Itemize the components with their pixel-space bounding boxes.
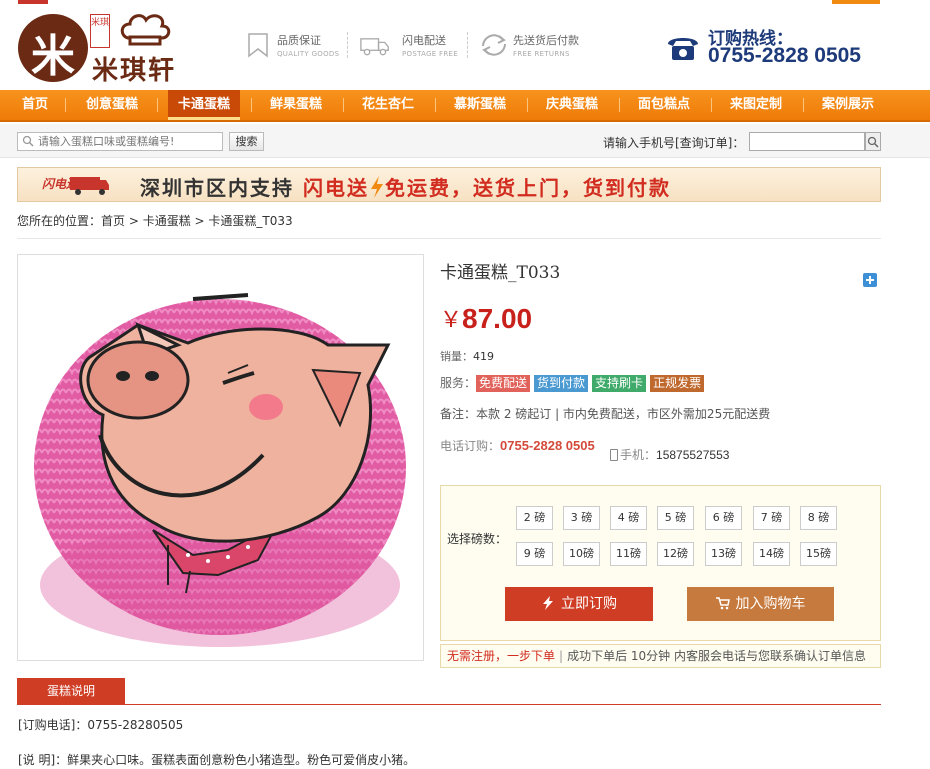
banner-text: 深圳市区内支持 闪电送 免运费，送货上门，货到付款 — [140, 176, 671, 200]
bookmark-icon — [248, 33, 268, 58]
mobile-contact: 手机：15875527553 — [610, 446, 729, 463]
weight-option[interactable]: 8 磅 — [800, 506, 837, 530]
buy-now-button[interactable]: 立即订购 — [505, 587, 653, 621]
service-tags: 服务： 免费配送 货到付款 支持刷卡 正规发票 — [440, 374, 708, 392]
svg-text:闪电送: 闪电送 — [42, 177, 80, 191]
nav-divider — [65, 98, 66, 112]
sales-count: 销量：419 — [440, 350, 494, 363]
top-strip-orange[interactable] — [832, 0, 880, 4]
breadcrumb: 您所在的位置：首页 > 卡通蛋糕 > 卡通蛋糕_T033 — [17, 214, 293, 228]
weight-option[interactable]: 9 磅 — [516, 542, 553, 566]
feature-divider — [347, 32, 348, 58]
nav-item-cases[interactable]: 案例展示 — [812, 90, 884, 120]
hotline-number: 0755-2828 0505 — [708, 44, 861, 67]
weight-option[interactable]: 5 磅 — [657, 506, 694, 530]
weight-option[interactable]: 7 磅 — [753, 506, 790, 530]
nav-item-custom[interactable]: 来图定制 — [720, 90, 792, 120]
nav-item-celebration[interactable]: 庆典蛋糕 — [536, 90, 608, 120]
nav-divider — [343, 98, 344, 112]
weight-label: 选择磅数： — [447, 532, 508, 546]
nav-divider — [435, 98, 436, 112]
breadcrumb-current[interactable]: 卡通蛋糕_T033 — [208, 214, 292, 228]
weight-option[interactable]: 4 磅 — [610, 506, 647, 530]
description-phone: [订购电话]：0755-28280505 — [18, 718, 184, 732]
tag-cash-on-delivery: 货到付款 — [534, 375, 589, 392]
nav-item-bread[interactable]: 面包糕点 — [628, 90, 700, 120]
weight-option[interactable]: 10磅 — [563, 542, 600, 566]
tag-free-delivery: 免费配送 — [476, 375, 531, 392]
description-divider — [17, 704, 881, 705]
top-strip-red — [18, 0, 48, 4]
truck-icon — [360, 38, 389, 56]
weight-option[interactable]: 12磅 — [657, 542, 694, 566]
plus-icon[interactable] — [863, 273, 877, 287]
order-note: 备注：本款 2 磅起订 | 市内免费配送，市区外需加25元配送费 — [440, 407, 771, 421]
nav-divider — [251, 98, 252, 112]
nav-divider — [157, 98, 158, 112]
nav-divider — [803, 98, 804, 112]
breadcrumb-prefix: 您所在的位置： — [17, 214, 102, 228]
nav-item-home[interactable]: 首页 — [14, 90, 56, 120]
weight-option[interactable]: 15磅 — [800, 542, 837, 566]
order-phone-input[interactable] — [749, 132, 865, 151]
chef-hat-icon — [120, 14, 171, 46]
product-price: ￥87.00 — [440, 303, 533, 334]
nav-item-mousse[interactable]: 慕斯蛋糕 — [444, 90, 516, 120]
feature-divider — [467, 32, 468, 58]
order-query-label: 请输入手机号[查询订单]： — [603, 136, 745, 150]
nav-item-fruit[interactable]: 鲜果蛋糕 — [260, 90, 332, 120]
description-text: [说 明]：鲜果夹心口味。蛋糕表面创意粉色小猪造型。粉色可爱俏皮小猪。 — [18, 753, 416, 767]
lightning-icon — [543, 596, 553, 610]
nav-item-creative[interactable]: 创意蛋糕 — [76, 90, 148, 120]
order-tip-bar: 无需注册，一步下单 | 成功下单后 10分钟 内客服会电话与您联系确认订单信息 — [440, 644, 881, 668]
lightning-icon — [370, 176, 383, 198]
search-icon — [867, 136, 879, 148]
tag-invoice: 正规发票 — [650, 375, 705, 392]
breadcrumb-divider — [17, 238, 881, 239]
search-icon — [22, 135, 34, 147]
hotline: 订购热线： 0755-2828 0505 — [666, 24, 906, 72]
weight-option[interactable]: 6 磅 — [705, 506, 742, 530]
pig-cake-illustration — [34, 293, 406, 647]
nav-divider — [711, 98, 712, 112]
search-button[interactable]: 搜索 — [229, 132, 264, 151]
tag-card-payment: 支持刷卡 — [592, 375, 647, 392]
site-header: 米 米琪 米琪轩 品质保证 QUALITY GOODS 闪电配送 POSTAGE… — [0, 0, 930, 90]
add-to-cart-button[interactable]: 加入购物车 — [687, 587, 834, 621]
search-bar: 搜索 请输入手机号[查询订单]： — [0, 124, 930, 158]
weight-option[interactable]: 3 磅 — [563, 506, 600, 530]
logo-mark: 米 — [18, 14, 88, 82]
flash-delivery-logo: 闪电送 — [42, 177, 109, 195]
main-nav: 首页 创意蛋糕 卡通蛋糕 鲜果蛋糕 花生杏仁 慕斯蛋糕 庆典蛋糕 面包糕点 来图… — [0, 90, 930, 122]
weight-option[interactable]: 14磅 — [753, 542, 790, 566]
tab-cake-description[interactable]: 蛋糕说明 — [17, 678, 125, 705]
product-title: 卡通蛋糕_T033 — [440, 263, 561, 283]
site-logo[interactable]: 米 米琪 米琪轩 — [18, 12, 203, 86]
nav-item-cartoon[interactable]: 卡通蛋糕 — [168, 90, 240, 120]
logo-seal: 米琪 — [90, 14, 110, 48]
search-input[interactable] — [17, 132, 223, 151]
promo-banner[interactable]: 闪电送 深圳市区内支持 闪电送 免运费，送货上门，货到付款 — [17, 167, 881, 202]
product-image[interactable] — [17, 254, 424, 661]
breadcrumb-home[interactable]: 首页 — [101, 214, 125, 228]
cart-icon — [715, 597, 730, 610]
telephone-icon — [668, 38, 698, 60]
phone-order: 电话订购：0755-2828 0505 — [440, 438, 595, 453]
mobile-phone-icon — [610, 449, 618, 461]
weight-option[interactable]: 13磅 — [705, 542, 742, 566]
weight-option[interactable]: 11磅 — [610, 542, 647, 566]
order-query-button[interactable] — [865, 132, 881, 151]
weight-selector: 选择磅数： 2 磅 3 磅 4 磅 5 磅 6 磅 7 磅 8 磅 9 磅 10… — [440, 485, 881, 641]
nav-item-peanut[interactable]: 花生杏仁 — [352, 90, 424, 120]
weight-option[interactable]: 2 磅 — [516, 506, 553, 530]
nav-divider — [527, 98, 528, 112]
brand-name: 米琪轩 — [92, 56, 177, 86]
breadcrumb-category[interactable]: 卡通蛋糕 — [143, 214, 191, 228]
nav-divider — [619, 98, 620, 112]
return-icon — [482, 34, 506, 56]
